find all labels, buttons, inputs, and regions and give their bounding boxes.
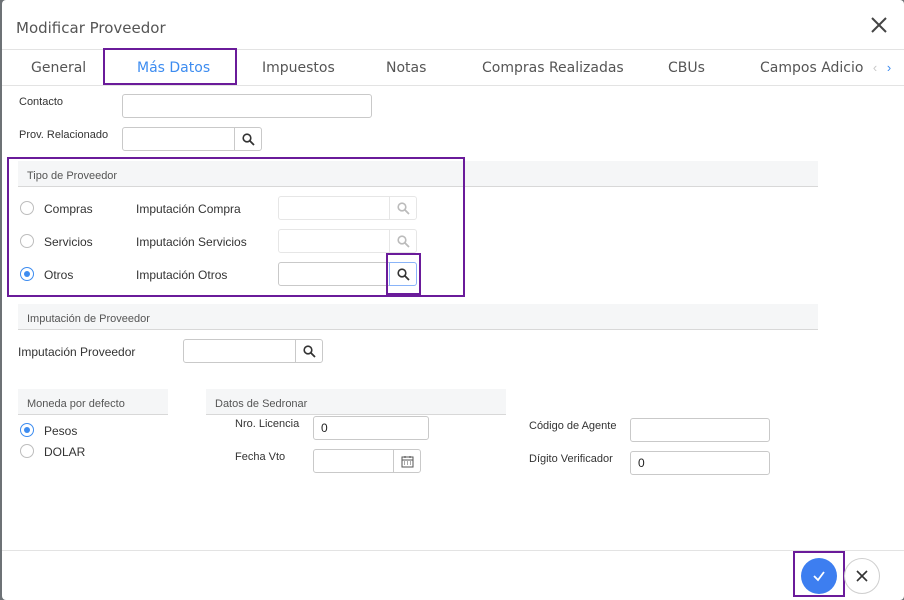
codigo-agente-input[interactable] [630,418,770,442]
radio-pesos[interactable] [20,423,34,437]
close-icon [856,570,868,582]
contacto-label: Contacto [19,96,64,108]
radio-pesos-label: Pesos [44,424,78,438]
tab-clip: Campos Adicionales [760,50,864,86]
cancel-button[interactable] [844,558,880,594]
prov-relacionado-search-button[interactable] [234,127,262,151]
tab-compras-realizadas[interactable]: Compras Realizadas [482,60,624,76]
tab-general[interactable]: General [31,60,86,76]
search-icon [242,133,255,146]
radio-dolar[interactable] [20,444,34,458]
digito-verificador-label: Dígito Verificador [529,453,613,465]
imputacion-proveedor-header: Imputación de Proveedor [18,304,818,330]
tab-campos-adicionales[interactable]: Campos Adicionales [760,60,864,76]
fecha-vto-input[interactable] [313,449,394,473]
moneda-header: Moneda por defecto [18,389,168,415]
tab-notas[interactable]: Notas [386,60,426,76]
tab-impuestos[interactable]: Impuestos [262,60,335,76]
contacto-input[interactable] [122,94,372,118]
calendar-icon [401,456,414,468]
modal-title: Modificar Proveedor [16,19,166,37]
tab-cbus[interactable]: CBUs [668,60,705,76]
nro-licencia-label: Nro. Licencia [235,418,300,430]
tab-scroll-arrows: ‹ › [868,60,896,75]
radio-dolar-label: DOLAR [44,445,86,459]
fecha-vto-calendar-button[interactable] [393,449,421,473]
chevron-left-icon[interactable]: ‹ [868,60,882,75]
fecha-vto-label: Fecha Vto [235,451,286,463]
tab-highlight-box [103,48,237,85]
confirm-highlight-box [793,551,845,597]
modal-dialog: Modificar Proveedor General Más Datos Im… [2,0,904,600]
modal-footer [2,550,904,600]
prov-relacionado-input[interactable] [122,127,235,151]
close-icon[interactable] [870,16,888,34]
search-button-highlight-box [386,253,421,295]
search-icon [303,345,316,358]
codigo-agente-label: Código de Agente [529,420,617,432]
digito-verificador-input[interactable] [630,451,770,475]
sedronar-header: Datos de Sedronar [206,389,506,415]
chevron-right-icon[interactable]: › [882,60,896,75]
imputacion-proveedor-label: Imputación Proveedor [18,345,136,359]
modal-header: Modificar Proveedor [2,0,904,50]
imputacion-proveedor-search-button[interactable] [295,339,323,363]
nro-licencia-input[interactable] [313,416,429,440]
imputacion-proveedor-input[interactable] [183,339,296,363]
prov-relacionado-label: Prov. Relacionado [19,129,109,141]
